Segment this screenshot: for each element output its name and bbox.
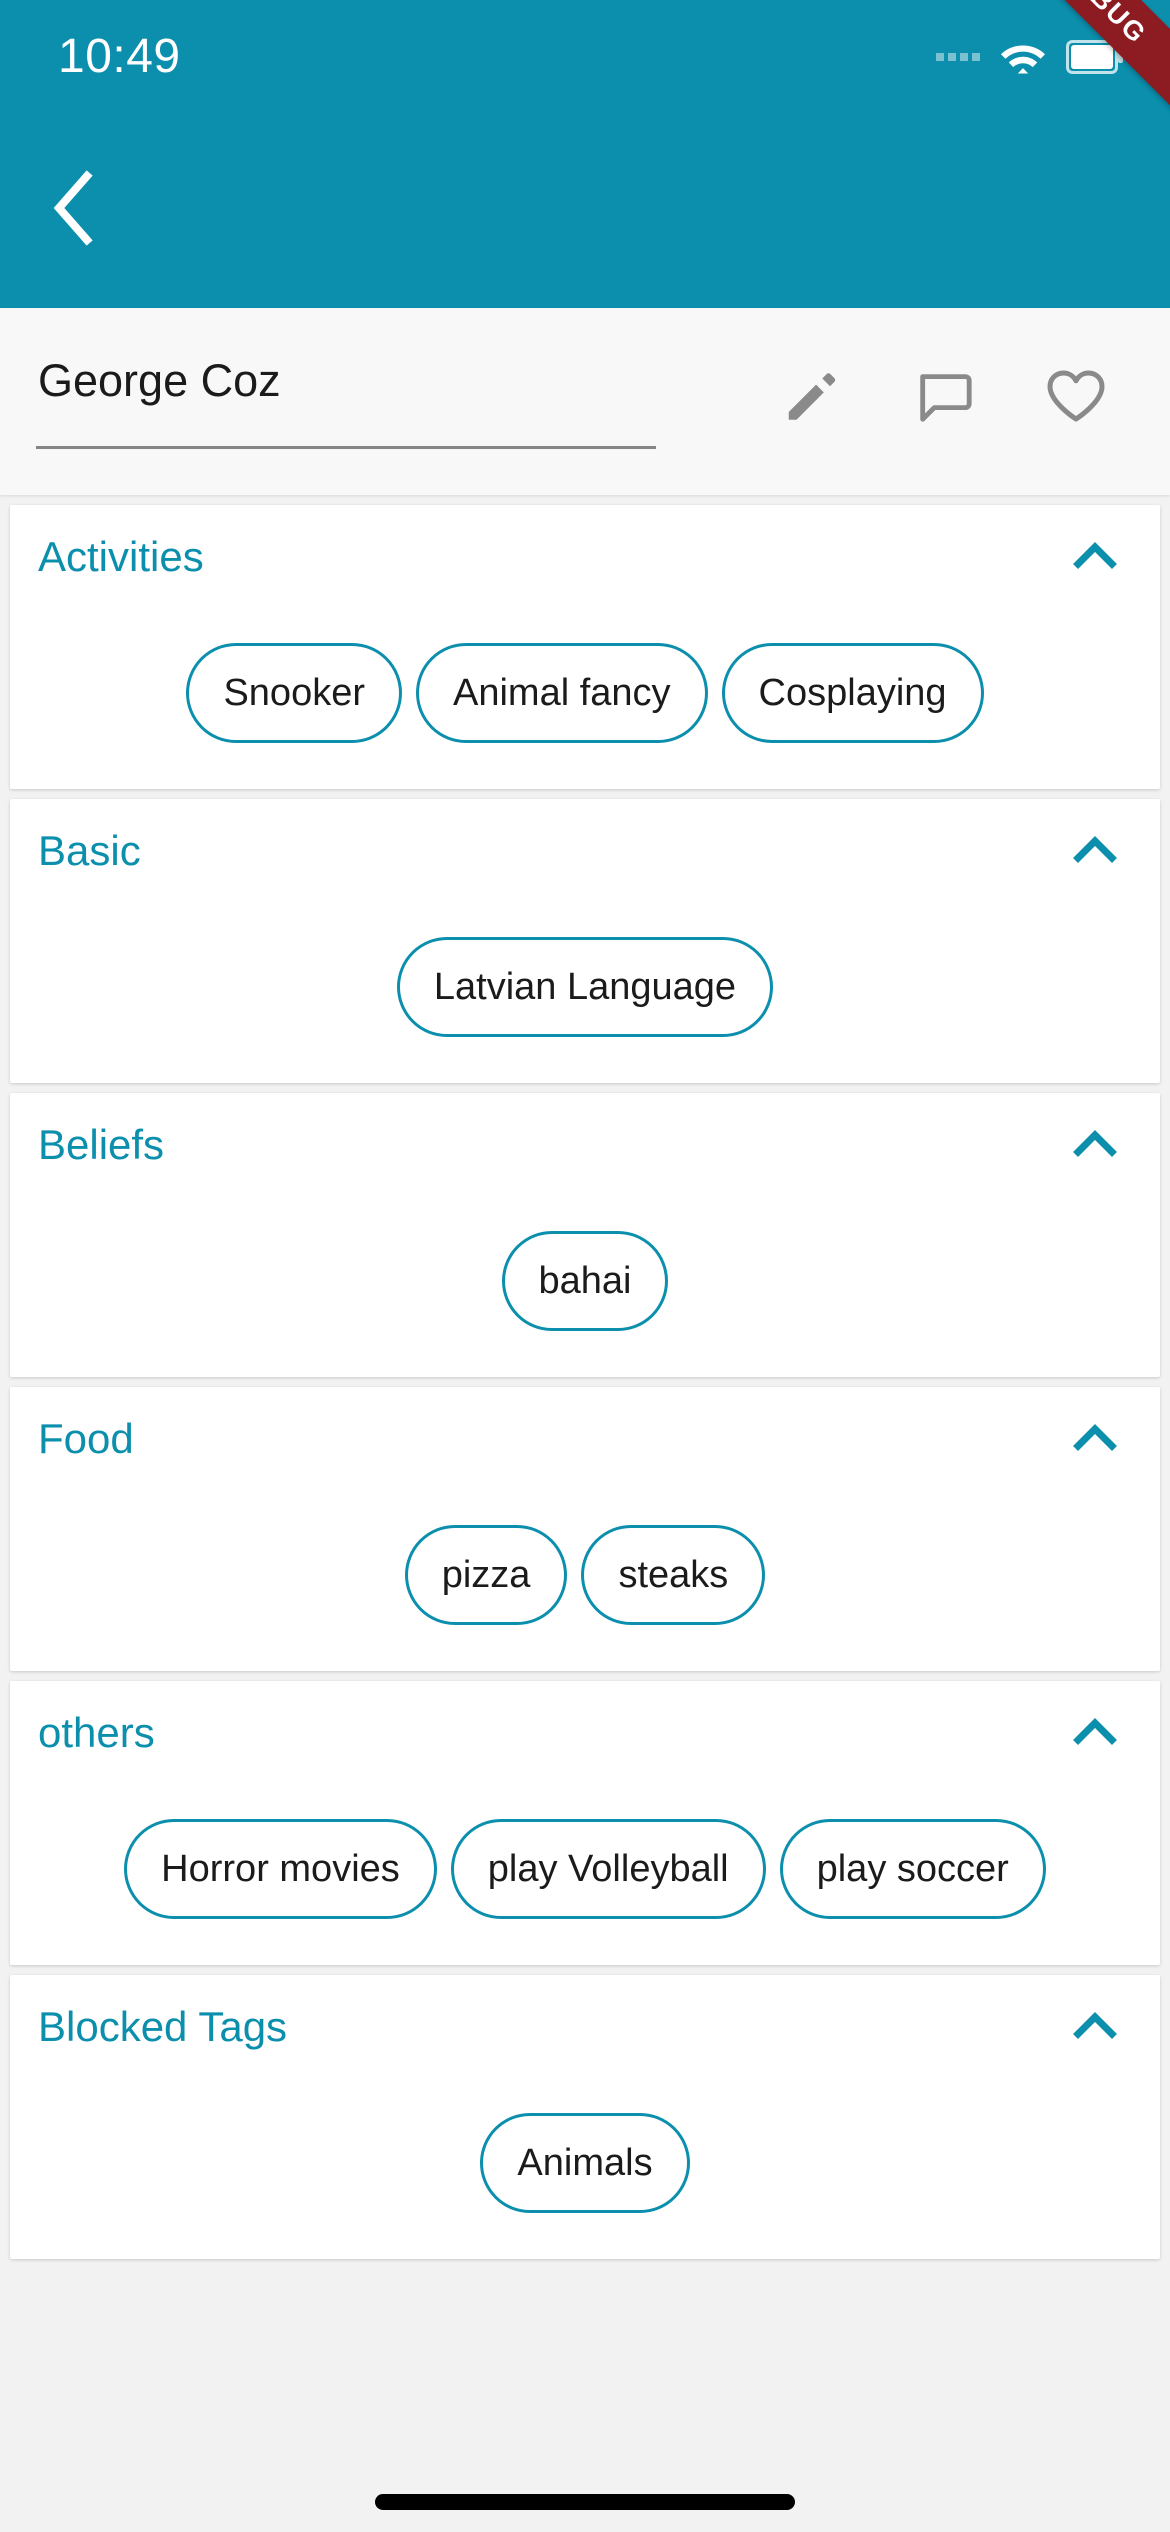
section-title: others <box>38 1709 155 1756</box>
chevron-up-icon <box>1068 2000 1122 2054</box>
profile-actions <box>764 346 1134 444</box>
status-bar-clock: 10:49 <box>58 30 181 83</box>
chevron-left-icon <box>49 168 99 248</box>
section-collapse-toggle[interactable] <box>1058 1696 1132 1770</box>
chat-bubble-icon <box>913 365 975 427</box>
heart-icon <box>1044 364 1108 428</box>
status-bar-icons <box>936 39 1124 75</box>
section-header-activities[interactable]: Activities <box>38 505 1132 609</box>
message-button[interactable] <box>896 348 992 444</box>
signal-dots-icon <box>936 53 980 61</box>
tag-chip[interactable]: Animal fancy <box>416 643 708 743</box>
section-title: Basic <box>38 827 141 874</box>
nav-row <box>0 108 1170 308</box>
tag-chip[interactable]: Horror movies <box>124 1819 437 1919</box>
section-card: Beliefs bahai <box>10 1093 1160 1377</box>
back-button[interactable] <box>26 160 122 256</box>
section-header-others[interactable]: others <box>38 1681 1132 1785</box>
tag-chip[interactable]: play soccer <box>779 1819 1046 1919</box>
section-collapse-toggle[interactable] <box>1058 1108 1132 1182</box>
tag-chip[interactable]: bahai <box>501 1231 669 1331</box>
chevron-up-icon <box>1068 1118 1122 1172</box>
profile-name-underline <box>36 446 656 449</box>
section-header-basic[interactable]: Basic <box>38 799 1132 903</box>
chip-row: Animals <box>38 2079 1132 2259</box>
section-collapse-toggle[interactable] <box>1058 1402 1132 1476</box>
app-bar: 10:49 DEBUG <box>0 0 1170 308</box>
app-screen: 10:49 DEBUG George Coz Activities Snooke… <box>0 0 1170 2532</box>
section-card: Blocked Tags Animals <box>10 1975 1160 2259</box>
section-card: others Horror movies play Volleyball play s… <box>10 1681 1160 1965</box>
tag-chip[interactable]: Animals <box>480 2113 690 2213</box>
profile-name: George Coz <box>38 355 281 406</box>
section-card: Food pizza steaks <box>10 1387 1160 1671</box>
section-collapse-toggle[interactable] <box>1058 520 1132 594</box>
chip-row: pizza steaks <box>38 1491 1132 1671</box>
profile-header: George Coz <box>0 308 1170 495</box>
tag-chip[interactable]: Latvian Language <box>396 937 774 1037</box>
chip-row: bahai <box>38 1197 1132 1377</box>
wifi-icon <box>1000 39 1046 75</box>
tag-chip[interactable]: Snooker <box>186 643 402 743</box>
section-card: Activities Snooker Animal fancy Cosplaying <box>10 505 1160 789</box>
chevron-up-icon <box>1068 530 1122 584</box>
tag-chip[interactable]: steaks <box>581 1525 766 1625</box>
chevron-up-icon <box>1068 1412 1122 1466</box>
tag-chip[interactable]: pizza <box>404 1525 568 1625</box>
section-header-blocked-tags[interactable]: Blocked Tags <box>38 1975 1132 2079</box>
status-bar: 10:49 DEBUG <box>0 0 1170 127</box>
tag-chip[interactable]: Cosplaying <box>721 643 984 743</box>
section-collapse-toggle[interactable] <box>1058 814 1132 888</box>
section-header-food[interactable]: Food <box>38 1387 1132 1491</box>
sections-list: Activities Snooker Animal fancy Cosplaying B… <box>0 505 1170 2259</box>
home-indicator[interactable] <box>375 2494 795 2510</box>
section-header-beliefs[interactable]: Beliefs <box>38 1093 1132 1197</box>
section-title: Activities <box>38 533 204 580</box>
tag-chip[interactable]: play Volleyball <box>450 1819 766 1919</box>
section-card: Basic Latvian Language <box>10 799 1160 1083</box>
section-title: Beliefs <box>38 1121 165 1168</box>
chip-row: Snooker Animal fancy Cosplaying <box>38 609 1132 789</box>
chevron-up-icon <box>1068 824 1122 878</box>
profile-name-field[interactable]: George Coz <box>36 346 656 449</box>
edit-profile-button[interactable] <box>764 348 860 444</box>
favorite-button[interactable] <box>1028 348 1124 444</box>
chevron-up-icon <box>1068 1706 1122 1760</box>
section-title: Food <box>38 1415 134 1462</box>
section-collapse-toggle[interactable] <box>1058 1990 1132 2064</box>
chip-row: Horror movies play Volleyball play soccer <box>38 1785 1132 1965</box>
section-title: Blocked Tags <box>38 2003 288 2050</box>
pencil-icon <box>781 365 843 427</box>
chip-row: Latvian Language <box>38 903 1132 1083</box>
